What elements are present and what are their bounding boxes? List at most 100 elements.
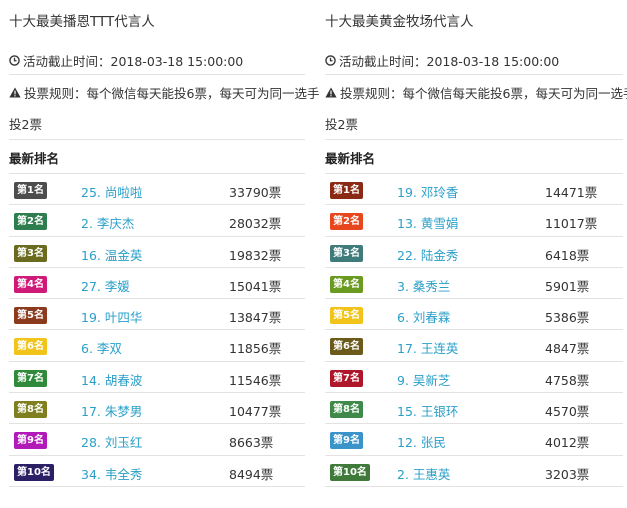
warning-icon [9, 87, 21, 98]
rank-badge: 第1名 [14, 182, 47, 199]
vote-count: 8663票 [229, 435, 274, 451]
vote-count: 6418票 [545, 247, 590, 263]
divider [325, 139, 623, 140]
vote-count: 3203票 [545, 466, 590, 482]
rank-badge: 第5名 [14, 307, 47, 325]
deadline-text: 活动截止时间：2018-03-18 15:00:00 [339, 54, 560, 69]
candidate-link[interactable]: 15. 王银环 [397, 401, 458, 420]
candidate-link[interactable]: 19. 叶四华 [81, 307, 142, 326]
deadline-line: 活动截止时间：2018-03-18 15:00:00 [9, 51, 243, 70]
ranking-list: 第1名 25. 尚啦啦 33790票 第2名 2. 李庆杰 28032票 第3名 16. … [9, 173, 305, 487]
vote-count: 11017票 [545, 216, 598, 232]
panel-title: 十大最美黄金牧场代言人 [325, 14, 474, 30]
vote-count: 8494票 [229, 466, 274, 482]
rank-badge: 第4名 [14, 275, 47, 293]
ranking-row: 第2名 13. 黄雪娟 11017票 [325, 205, 623, 237]
rank-badge: 第2名 [330, 213, 363, 231]
rule-text: 投票规则：每个微信每天能投6票，每天可为同一选手 [24, 86, 320, 101]
rule-line: 投票规则：每个微信每天能投6票，每天可为同一选手 [325, 83, 627, 102]
ranking-row: 第3名 22. 陆金秀 6418票 [325, 237, 623, 268]
rank-badge: 第4名 [330, 275, 363, 293]
rule-text-continued: 投2票 [325, 117, 358, 132]
vote-count: 11546票 [229, 372, 282, 388]
rule-text: 投票规则：每个微信每天能投6票，每天可为同一选手 [340, 86, 627, 101]
rank-badge: 第10名 [330, 463, 370, 481]
rank-badge: 第6名 [330, 338, 363, 356]
vote-count: 15041票 [229, 278, 282, 294]
candidate-link[interactable]: 25. 尚啦啦 [81, 182, 142, 201]
candidate-link[interactable]: 19. 邓玲香 [397, 182, 458, 201]
candidate-link[interactable]: 22. 陆金秀 [397, 245, 458, 264]
ranking-row: 第9名 28. 刘玉红 8663票 [9, 424, 305, 456]
candidate-link[interactable]: 6. 李双 [81, 338, 122, 357]
rank-badge: 第8名 [330, 401, 363, 419]
rank-badge: 第3名 [14, 244, 47, 262]
ranking-row: 第1名 25. 尚啦啦 33790票 [9, 174, 305, 206]
ranking-row: 第7名 9. 吴新芝 4758票 [325, 362, 623, 394]
vote-count: 14471票 [545, 185, 598, 200]
rank-badge: 第10名 [14, 463, 54, 481]
ranking-row: 第6名 17. 王连英 4847票 [325, 330, 623, 362]
candidate-link[interactable]: 34. 韦全秀 [81, 464, 142, 483]
candidate-link[interactable]: 17. 王连英 [397, 338, 458, 357]
candidate-link[interactable]: 3. 桑秀兰 [397, 276, 450, 295]
deadline-text: 活动截止时间：2018-03-18 15:00:00 [23, 54, 244, 69]
vote-count: 4012票 [545, 435, 590, 451]
vote-count: 4570票 [545, 404, 590, 420]
candidate-link[interactable]: 9. 吴新芝 [397, 370, 450, 389]
ranking-row: 第9名 12. 张民 4012票 [325, 424, 623, 456]
ranking-row: 第5名 6. 刘春霖 5386票 [325, 299, 623, 331]
vote-count: 4847票 [545, 341, 590, 357]
ranking-row: 第8名 17. 朱梦男 10477票 [9, 393, 305, 425]
vote-count: 5901票 [545, 278, 590, 294]
candidate-link[interactable]: 17. 朱梦男 [81, 401, 142, 420]
rank-badge: 第6名 [14, 338, 47, 356]
candidate-link[interactable]: 28. 刘玉红 [81, 432, 142, 451]
rule-line: 投票规则：每个微信每天能投6票，每天可为同一选手 [9, 83, 319, 102]
clock-icon [325, 55, 336, 66]
rank-badge: 第2名 [14, 213, 47, 231]
candidate-link[interactable]: 13. 黄雪娟 [397, 213, 458, 232]
rank-badge: 第9名 [14, 432, 47, 450]
rank-badge: 第8名 [14, 401, 47, 419]
vote-count: 5386票 [545, 310, 590, 326]
divider [325, 74, 623, 75]
ranking-row: 第4名 27. 李媛 15041票 [9, 268, 305, 300]
divider [9, 74, 305, 75]
right-panel: 十大最美黄金牧场代言人 活动截止时间：2018-03-18 15:00:00 投… [325, 0, 627, 508]
ranking-row: 第10名 2. 王惠英 3203票 [325, 456, 623, 487]
ranking-title: 最新排名 [9, 151, 60, 166]
ranking-row: 第3名 16. 温金英 19832票 [9, 237, 305, 268]
candidate-link[interactable]: 2. 王惠英 [397, 464, 450, 483]
rank-badge: 第9名 [330, 432, 363, 450]
deadline-line: 活动截止时间：2018-03-18 15:00:00 [325, 51, 559, 70]
candidate-link[interactable]: 2. 李庆杰 [81, 213, 134, 232]
ranking-row: 第7名 14. 胡春波 11546票 [9, 362, 305, 394]
candidate-link[interactable]: 16. 温金英 [81, 245, 142, 264]
candidate-link[interactable]: 12. 张民 [397, 432, 446, 451]
ranking-list: 第1名 19. 邓玲香 14471票 第2名 13. 黄雪娟 11017票 第3名 22.… [325, 173, 623, 487]
vote-count: 33790票 [229, 185, 282, 200]
rule-text-continued: 投2票 [9, 117, 42, 132]
clock-icon [9, 55, 20, 66]
ranking-row: 第4名 3. 桑秀兰 5901票 [325, 268, 623, 300]
ranking-row: 第10名 34. 韦全秀 8494票 [9, 456, 305, 487]
ranking-row: 第5名 19. 叶四华 13847票 [9, 299, 305, 331]
rank-badge: 第3名 [330, 244, 363, 262]
left-panel: 十大最美播恩TTT代言人 活动截止时间：2018-03-18 15:00:00 … [9, 0, 319, 508]
panel-title: 十大最美播恩TTT代言人 [9, 14, 155, 30]
vote-count: 19832票 [229, 247, 282, 263]
vote-count: 10477票 [229, 404, 282, 420]
ranking-row: 第8名 15. 王银环 4570票 [325, 393, 623, 425]
vote-count: 28032票 [229, 216, 282, 232]
candidate-link[interactable]: 14. 胡春波 [81, 370, 142, 389]
candidate-link[interactable]: 6. 刘春霖 [397, 307, 450, 326]
ranking-row: 第2名 2. 李庆杰 28032票 [9, 205, 305, 237]
divider [9, 139, 305, 140]
vote-count: 11856票 [229, 341, 282, 357]
rank-badge: 第1名 [330, 182, 363, 199]
ranking-row: 第1名 19. 邓玲香 14471票 [325, 174, 623, 206]
ranking-title: 最新排名 [325, 151, 376, 166]
candidate-link[interactable]: 27. 李媛 [81, 276, 130, 295]
ranking-row: 第6名 6. 李双 11856票 [9, 330, 305, 362]
